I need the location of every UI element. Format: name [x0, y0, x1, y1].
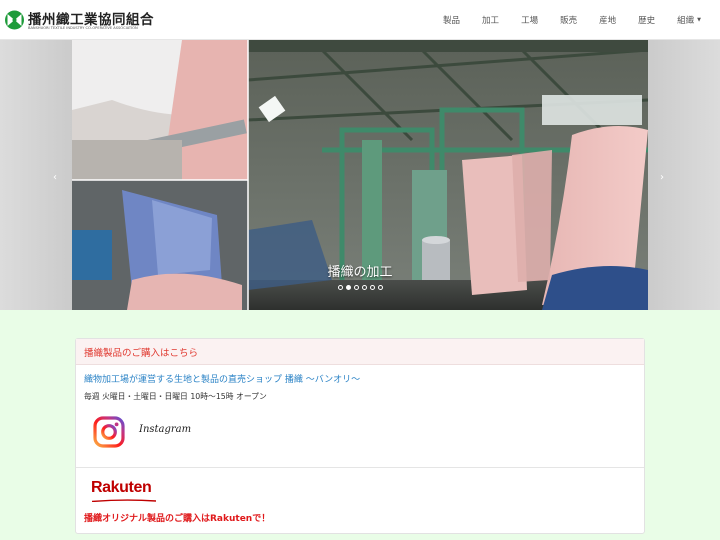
instagram-label[interactable]: Instagram	[139, 424, 191, 435]
carousel-prev-icon[interactable]: ‹	[53, 172, 57, 183]
brand-title: 播州織工業協同組合	[28, 12, 154, 28]
carousel-side-left	[0, 40, 72, 310]
rakuten-note: 播織オリジナル製品のご購入はRakutenで！	[84, 514, 271, 524]
nav-item-history[interactable]: 歴史	[627, 0, 666, 40]
carousel-side-right	[648, 40, 720, 310]
brand[interactable]: 播州織工業協同組合 BANSHUORI TEXTILE INDUSTRY CO-…	[4, 7, 154, 33]
carousel-indicator[interactable]	[353, 285, 359, 290]
nav-item-products[interactable]: 製品	[432, 0, 471, 40]
carousel-indicator[interactable]	[361, 285, 367, 290]
nav-dropdown-organization[interactable]: 組織 ▼	[666, 0, 712, 40]
nav-item-sales[interactable]: 販売	[549, 0, 588, 40]
rakuten-logo[interactable]: Rakuten	[91, 479, 152, 497]
carousel: 播織の加工 ‹ ›	[0, 40, 720, 310]
carousel-caption: 播織の加工	[327, 265, 393, 280]
divider	[76, 467, 644, 468]
banshu-logo-icon	[5, 10, 24, 30]
nav-item-region[interactable]: 産地	[588, 0, 627, 40]
carousel-indicator[interactable]	[377, 285, 383, 290]
purchase-panel: 播織製品のご購入はこちら 織物加工場が運営する生地と製品の直売ショップ 播織 〜…	[75, 338, 645, 534]
carousel-indicator[interactable]	[337, 285, 343, 290]
instagram-icon[interactable]	[93, 416, 125, 448]
shop-link[interactable]: 織物加工場が運営する生地と製品の直売ショップ 播織 〜バンオリ〜	[84, 372, 360, 385]
nav-dropdown-label: 組織	[677, 16, 695, 26]
carousel-slide: 播織の加工	[72, 40, 648, 310]
nav-item-processing[interactable]: 加工	[471, 0, 510, 40]
panel-heading: 播織製品のご購入はこちら	[76, 339, 644, 365]
caret-down-icon: ▼	[697, 17, 701, 23]
brand-subtitle: BANSHUORI TEXTILE INDUSTRY CO-OPERATIVE …	[28, 26, 138, 30]
carousel-indicator-active[interactable]	[345, 285, 351, 290]
carousel-indicator[interactable]	[369, 285, 375, 290]
carousel-indicators	[72, 285, 648, 290]
opening-hours: 毎週 火曜日・土曜日・日曜日 10時〜15時 オープン	[84, 392, 267, 401]
main-nav: 製品 加工 工場 販売 産地 歴史 組織 ▼	[432, 0, 712, 40]
rakuten-swoosh-icon	[92, 499, 156, 502]
navbar: 播州織工業協同組合 BANSHUORI TEXTILE INDUSTRY CO-…	[0, 0, 720, 40]
nav-item-factory[interactable]: 工場	[510, 0, 549, 40]
carousel-next-icon[interactable]: ›	[660, 172, 664, 183]
